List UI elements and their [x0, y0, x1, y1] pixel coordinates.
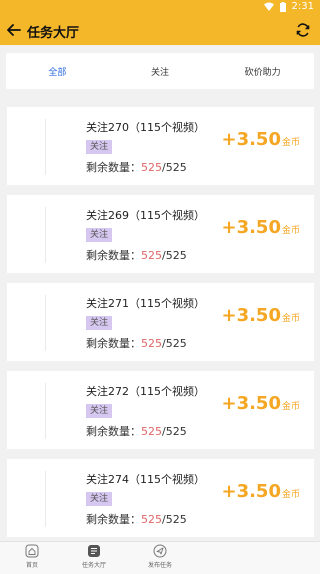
- task-thumbnail: [17, 201, 79, 267]
- task-tag: 关注: [86, 316, 113, 330]
- refresh-button[interactable]: [293, 20, 313, 40]
- task-tag: 关注: [86, 404, 113, 418]
- task-card[interactable]: 关注270（115个视频） 关注 剩余数量：525/525 +3.50 金币: [7, 107, 314, 185]
- task-name: 关注270（115个视频）: [86, 121, 205, 134]
- task-reward: +3.50 金币: [221, 481, 300, 502]
- task-thumbnail: [17, 377, 79, 443]
- task-remaining: 剩余数量：525/525: [86, 511, 187, 527]
- reward-amount: +3.50: [221, 217, 281, 238]
- reward-unit: 金币: [281, 226, 300, 236]
- task-name: 关注269（115个视频）: [86, 209, 205, 222]
- nav-home[interactable]: 首页: [0, 544, 67, 569]
- remaining-current: 525: [141, 425, 162, 438]
- task-thumbnail: [17, 289, 79, 355]
- status-bar: 2:31: [0, 0, 320, 15]
- tab-bargain-help[interactable]: 砍价助力: [211, 53, 314, 89]
- task-remaining: 剩余数量：525/525: [86, 247, 187, 263]
- remaining-label: 剩余数量：: [86, 337, 141, 350]
- task-thumbnail: [17, 465, 79, 531]
- bottom-nav: 首页 任务大厅 发布任务: [0, 541, 320, 574]
- task-card[interactable]: 关注274（115个视频） 关注 剩余数量：525/525 +3.50 金币: [7, 459, 314, 537]
- back-button[interactable]: [6, 21, 22, 39]
- refresh-icon: [296, 23, 310, 37]
- task-card[interactable]: 关注269（115个视频） 关注 剩余数量：525/525 +3.50 金币: [7, 195, 314, 273]
- status-time: 2:31: [291, 1, 314, 12]
- task-name: 关注274（115个视频）: [86, 473, 205, 486]
- filter-tabs: 全部 关注 砍价助力: [6, 53, 314, 89]
- task-name: 关注271（115个视频）: [86, 297, 205, 310]
- task-tag: 关注: [86, 492, 113, 506]
- remaining-total: 525: [165, 337, 187, 350]
- remaining-current: 525: [141, 513, 162, 526]
- nav-publish-task[interactable]: 发布任务: [125, 544, 195, 569]
- remaining-label: 剩余数量：: [86, 425, 141, 438]
- wifi-icon: [263, 2, 274, 11]
- tab-all[interactable]: 全部: [6, 53, 109, 89]
- remaining-total: 525: [165, 249, 187, 262]
- task-tag: 关注: [86, 228, 113, 242]
- reward-amount: +3.50: [221, 481, 281, 502]
- task-remaining: 剩余数量：525/525: [86, 335, 187, 351]
- battery-icon: [279, 1, 286, 12]
- nav-task-hall[interactable]: 任务大厅: [59, 544, 129, 569]
- reward-unit: 金币: [281, 490, 300, 500]
- remaining-label: 剩余数量：: [86, 513, 141, 526]
- task-card[interactable]: 关注271（115个视频） 关注 剩余数量：525/525 +3.50 金币: [7, 283, 314, 361]
- remaining-total: 525: [165, 425, 187, 438]
- arrow-left-icon: [7, 24, 21, 36]
- remaining-current: 525: [141, 161, 162, 174]
- remaining-total: 525: [165, 513, 187, 526]
- task-thumbnail: [17, 113, 79, 179]
- nav-publish-task-label: 发布任务: [147, 562, 172, 569]
- remaining-current: 525: [141, 249, 162, 262]
- task-reward: +3.50 金币: [221, 217, 300, 238]
- task-reward: +3.50 金币: [221, 129, 300, 150]
- nav-home-label: 首页: [25, 562, 38, 569]
- task-name: 关注272（115个视频）: [86, 385, 205, 398]
- home-icon: [25, 544, 39, 558]
- task-card[interactable]: 关注272（115个视频） 关注 剩余数量：525/525 +3.50 金币: [7, 371, 314, 449]
- task-remaining: 剩余数量：525/525: [86, 423, 187, 439]
- app-bar: 任务大厅: [0, 15, 320, 45]
- remaining-label: 剩余数量：: [86, 249, 141, 262]
- send-icon: [153, 544, 167, 558]
- remaining-total: 525: [165, 161, 187, 174]
- reward-amount: +3.50: [221, 129, 281, 150]
- task-reward: +3.50 金币: [221, 305, 300, 326]
- task-hall-icon: [88, 545, 100, 557]
- nav-task-hall-label: 任务大厅: [81, 562, 106, 569]
- tab-follow[interactable]: 关注: [109, 53, 212, 89]
- task-tag: 关注: [86, 140, 113, 154]
- remaining-label: 剩余数量：: [86, 161, 141, 174]
- reward-amount: +3.50: [221, 393, 281, 414]
- reward-unit: 金币: [281, 314, 300, 324]
- reward-amount: +3.50: [221, 305, 281, 326]
- page-title: 任务大厅: [27, 26, 80, 41]
- remaining-current: 525: [141, 337, 162, 350]
- reward-unit: 金币: [281, 138, 300, 148]
- status-icons: 2:31: [263, 1, 314, 12]
- task-remaining: 剩余数量：525/525: [86, 159, 187, 175]
- reward-unit: 金币: [281, 402, 300, 412]
- task-reward: +3.50 金币: [221, 393, 300, 414]
